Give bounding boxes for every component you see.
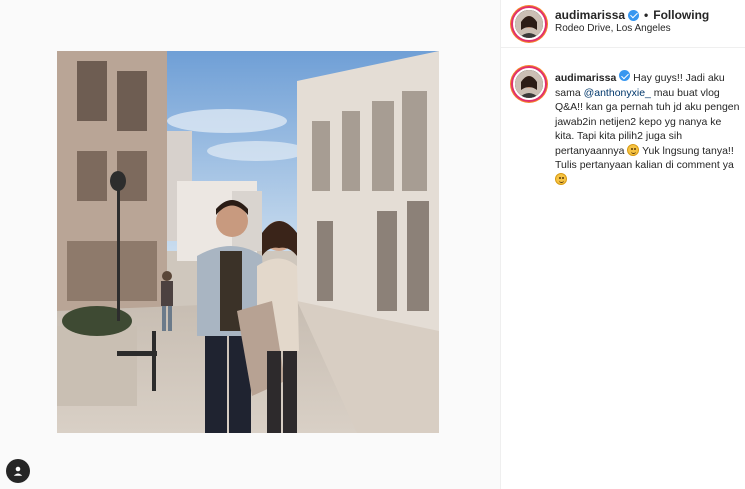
avatar-image <box>515 70 543 98</box>
grinning-face-icon <box>555 172 567 185</box>
user-tag-glyph <box>13 466 23 476</box>
avatar[interactable] <box>513 8 545 40</box>
header-user-line: audimarissa • Following <box>555 8 709 22</box>
post-header: audimarissa • Following Rodeo Drive, Los… <box>501 0 745 48</box>
caption-text: audimarissa Hay guys!! Jadi aku sama @an… <box>555 70 743 187</box>
caption-avatar[interactable] <box>513 68 545 100</box>
photo-illustration <box>57 51 439 433</box>
panel-divider <box>500 0 501 489</box>
mention-link[interactable]: @anthonyxie_ <box>584 87 651 99</box>
caption-username[interactable]: audimarissa <box>555 72 616 84</box>
media-panel <box>0 0 500 489</box>
post-photo[interactable] <box>57 51 439 433</box>
user-tag-icon[interactable] <box>6 459 30 483</box>
header-username[interactable]: audimarissa <box>555 8 625 22</box>
instagram-post-modal: audimarissa • Following Rodeo Drive, Los… <box>0 0 745 489</box>
following-button[interactable]: Following <box>653 8 709 22</box>
verified-badge-icon <box>619 70 631 81</box>
separator-dot: • <box>644 8 649 22</box>
avatar-image <box>515 10 543 38</box>
verified-badge-icon <box>628 9 640 21</box>
grinning-face-icon <box>627 143 640 156</box>
location-link[interactable]: Rodeo Drive, Los Angeles <box>555 23 671 34</box>
